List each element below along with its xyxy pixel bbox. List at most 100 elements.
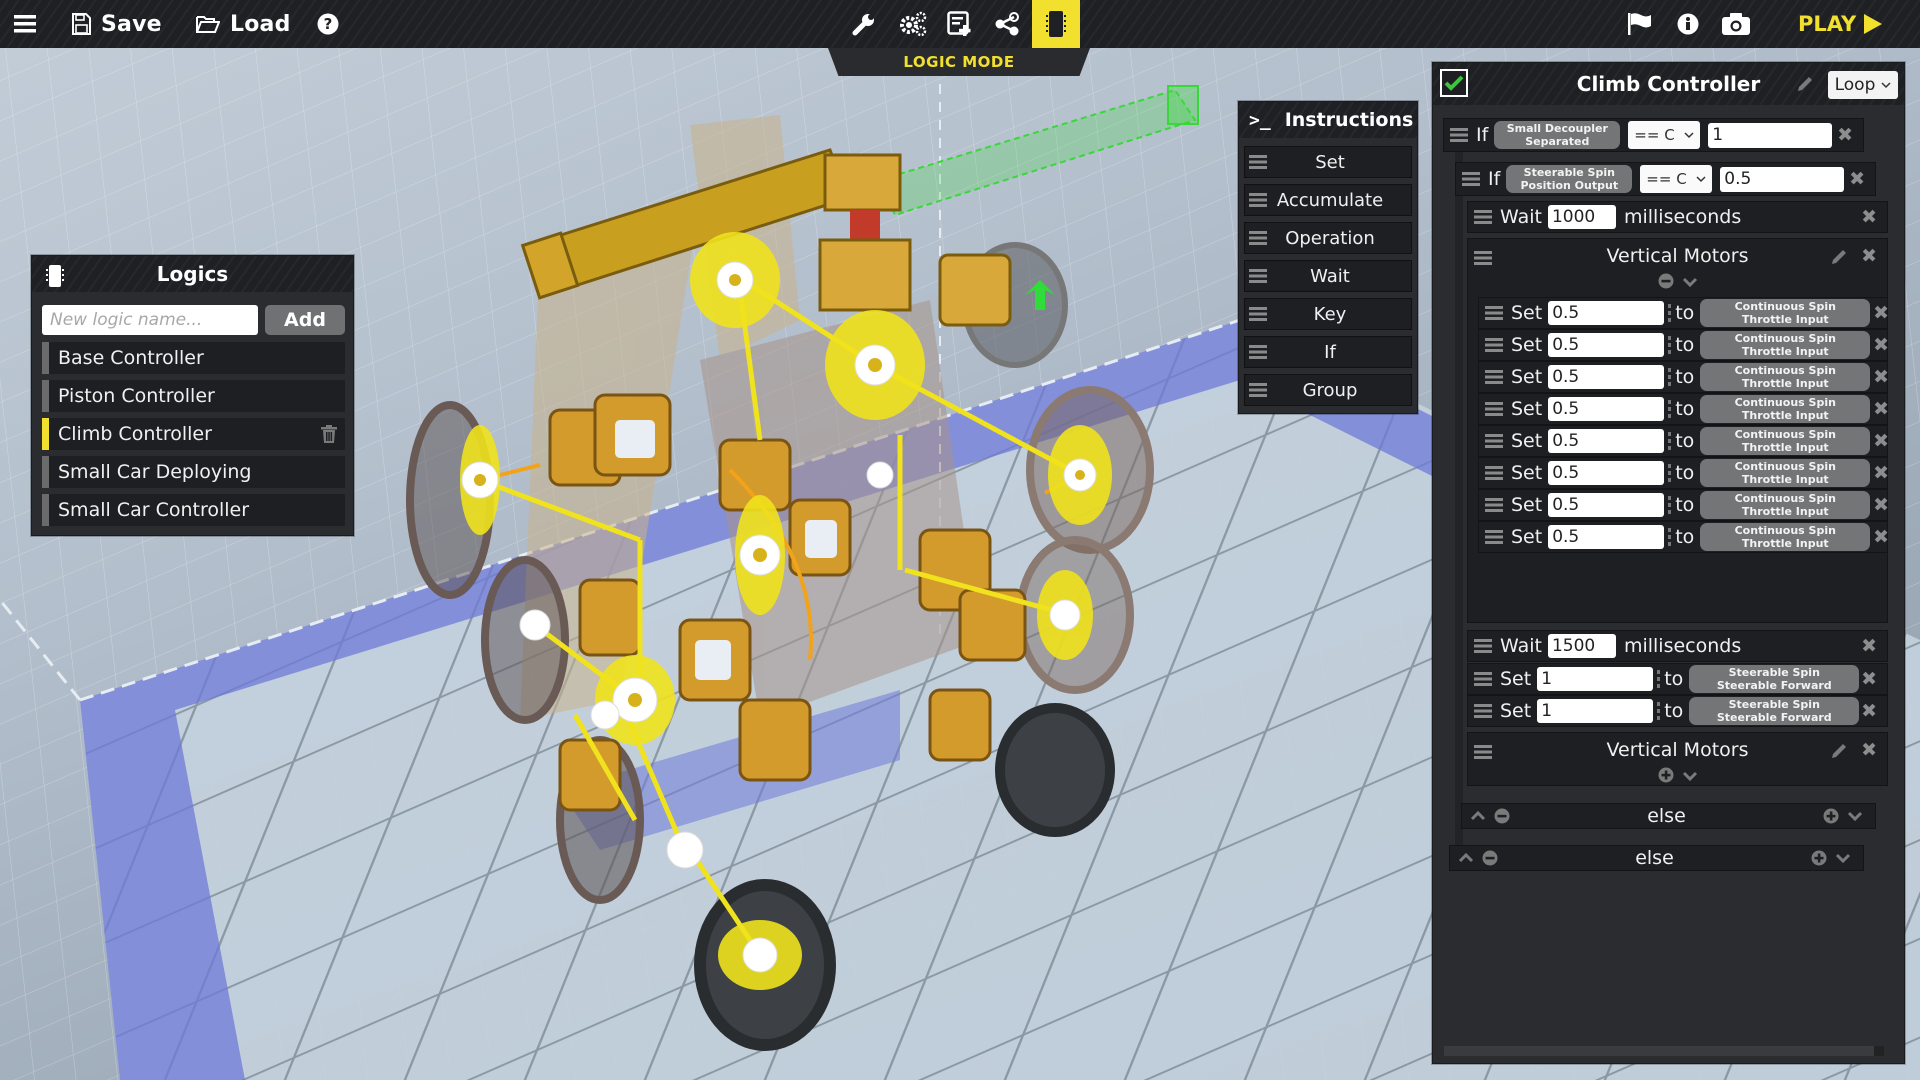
variable-menu-icon[interactable] <box>1668 304 1672 322</box>
loop-mode-select[interactable]: Loop <box>1828 71 1898 99</box>
instruction-if[interactable]: If <box>1244 336 1412 368</box>
drag-handle-icon[interactable] <box>1249 193 1267 207</box>
variable-menu-icon[interactable] <box>1668 368 1672 386</box>
drag-handle-icon[interactable] <box>1249 269 1267 283</box>
collapse-minus-icon[interactable] <box>1482 850 1498 866</box>
set-target-button[interactable]: Continuous Spin Throttle Input <box>1700 523 1871 551</box>
chevron-down-icon[interactable] <box>1835 852 1851 864</box>
delete-icon[interactable]: ✖ <box>1873 462 1889 484</box>
pencil-icon[interactable] <box>1829 741 1849 761</box>
delete-icon[interactable]: ✖ <box>1861 206 1877 228</box>
tool-logic-button[interactable] <box>1032 0 1080 48</box>
logic-item-small-car-controller[interactable]: Small Car Controller <box>42 494 345 526</box>
delete-icon[interactable]: ✖ <box>1861 668 1877 690</box>
tool-build-button[interactable] <box>852 0 876 48</box>
instruction-set[interactable]: Set <box>1244 146 1412 178</box>
set-value-input[interactable]: 1 <box>1537 667 1654 691</box>
variable-menu-icon[interactable] <box>1668 464 1672 482</box>
instruction-operation[interactable]: Operation <box>1244 222 1412 254</box>
tool-add-part-button[interactable] <box>947 0 973 48</box>
drag-handle-icon[interactable] <box>1450 128 1468 142</box>
scrollbar-thumb[interactable] <box>1874 1046 1884 1056</box>
set-value-input[interactable]: 0.5 <box>1548 301 1665 325</box>
tool-share-button[interactable] <box>995 0 1019 48</box>
set-target-button[interactable]: Continuous Spin Throttle Input <box>1700 299 1871 327</box>
delete-icon[interactable]: ✖ <box>1861 700 1877 722</box>
drag-handle-icon[interactable] <box>1485 402 1503 416</box>
add-logic-button[interactable]: Add <box>265 305 345 335</box>
drag-handle-icon[interactable] <box>1485 338 1503 352</box>
drag-handle-icon[interactable] <box>1485 306 1503 320</box>
delete-icon[interactable]: ✖ <box>1849 168 1865 190</box>
drag-handle-icon[interactable] <box>1485 530 1503 544</box>
drag-handle-icon[interactable] <box>1485 434 1503 448</box>
chevron-down-icon[interactable] <box>1847 810 1863 822</box>
tool-mechanics-button[interactable] <box>899 0 927 48</box>
delete-icon[interactable]: ✖ <box>1861 245 1877 267</box>
instruction-accumulate[interactable]: Accumulate <box>1244 184 1412 216</box>
load-button[interactable]: Load <box>196 0 291 48</box>
variable-menu-icon[interactable] <box>1668 400 1672 418</box>
set-value-input[interactable]: 0.5 <box>1548 333 1665 357</box>
set-target-button[interactable]: Continuous Spin Throttle Input <box>1700 395 1871 423</box>
wait-ms-input[interactable]: 1500 <box>1547 634 1616 658</box>
delete-icon[interactable]: ✖ <box>1873 398 1889 420</box>
delete-icon[interactable]: ✖ <box>1873 494 1889 516</box>
set-value-input[interactable]: 0.5 <box>1548 365 1665 389</box>
expand-plus-icon[interactable] <box>1811 850 1827 866</box>
drag-handle-icon[interactable] <box>1485 498 1503 512</box>
set-target-button[interactable]: Steerable Spin Steerable Forward <box>1689 697 1860 725</box>
instruction-wait[interactable]: Wait <box>1244 260 1412 292</box>
delete-icon[interactable]: ✖ <box>1873 302 1889 324</box>
drag-handle-icon[interactable] <box>1474 210 1492 224</box>
drag-handle-icon[interactable] <box>1474 672 1492 686</box>
drag-handle-icon[interactable] <box>1474 704 1492 718</box>
logic-item-small-car-deploying[interactable]: Small Car Deploying <box>42 456 345 488</box>
info-button[interactable] <box>1677 0 1699 48</box>
chevron-down-icon[interactable] <box>1682 770 1698 782</box>
wait-ms-input[interactable]: 1000 <box>1547 205 1616 229</box>
delete-icon[interactable]: ✖ <box>1873 430 1889 452</box>
trash-icon[interactable] <box>321 425 337 443</box>
logic-enabled-checkbox[interactable] <box>1440 69 1468 97</box>
screenshot-button[interactable] <box>1722 0 1750 48</box>
drag-handle-icon[interactable] <box>1485 466 1503 480</box>
set-value-input[interactable]: 1 <box>1537 699 1654 723</box>
objectives-button[interactable] <box>1628 0 1652 48</box>
logic-item-climb-controller[interactable]: Climb Controller <box>42 418 345 450</box>
if-value-input[interactable]: 1 <box>1708 122 1833 148</box>
variable-menu-icon[interactable] <box>1668 432 1672 450</box>
expand-plus-icon[interactable] <box>1823 808 1839 824</box>
delete-icon[interactable]: ✖ <box>1873 366 1889 388</box>
set-target-button[interactable]: Continuous Spin Throttle Input <box>1700 459 1871 487</box>
collapse-minus-icon[interactable] <box>1494 808 1510 824</box>
set-value-input[interactable]: 0.5 <box>1548 493 1665 517</box>
set-value-input[interactable]: 0.5 <box>1548 525 1665 549</box>
chevron-up-icon[interactable] <box>1458 852 1474 864</box>
drag-handle-icon[interactable] <box>1474 639 1492 653</box>
if-operator-select[interactable]: == C <box>1640 165 1713 193</box>
pencil-icon[interactable] <box>1795 74 1815 94</box>
logic-item-base-controller[interactable]: Base Controller <box>42 342 345 374</box>
set-value-input[interactable]: 0.5 <box>1548 397 1665 421</box>
new-logic-name-input[interactable] <box>42 305 258 335</box>
chevron-down-icon[interactable] <box>1682 276 1698 288</box>
set-value-input[interactable]: 0.5 <box>1548 429 1665 453</box>
logic-item-piston-controller[interactable]: Piston Controller <box>42 380 345 412</box>
set-target-button[interactable]: Continuous Spin Throttle Input <box>1700 331 1871 359</box>
delete-icon[interactable]: ✖ <box>1873 526 1889 548</box>
set-target-button[interactable]: Continuous Spin Throttle Input <box>1700 491 1871 519</box>
drag-handle-icon[interactable] <box>1249 345 1267 359</box>
drag-handle-icon[interactable] <box>1249 155 1267 169</box>
save-button[interactable]: Save <box>71 0 162 48</box>
variable-menu-icon[interactable] <box>1668 336 1672 354</box>
drag-handle-icon[interactable] <box>1485 370 1503 384</box>
drag-handle-icon[interactable] <box>1249 307 1267 321</box>
variable-menu-icon[interactable] <box>1657 670 1661 688</box>
variable-menu-icon[interactable] <box>1668 528 1672 546</box>
if-source-button[interactable]: Small Decoupler Separated <box>1494 121 1621 149</box>
if-value-input[interactable]: 0.5 <box>1720 166 1845 192</box>
delete-icon[interactable]: ✖ <box>1861 739 1877 761</box>
drag-handle-icon[interactable] <box>1249 231 1267 245</box>
help-button[interactable]: ? <box>317 0 339 48</box>
